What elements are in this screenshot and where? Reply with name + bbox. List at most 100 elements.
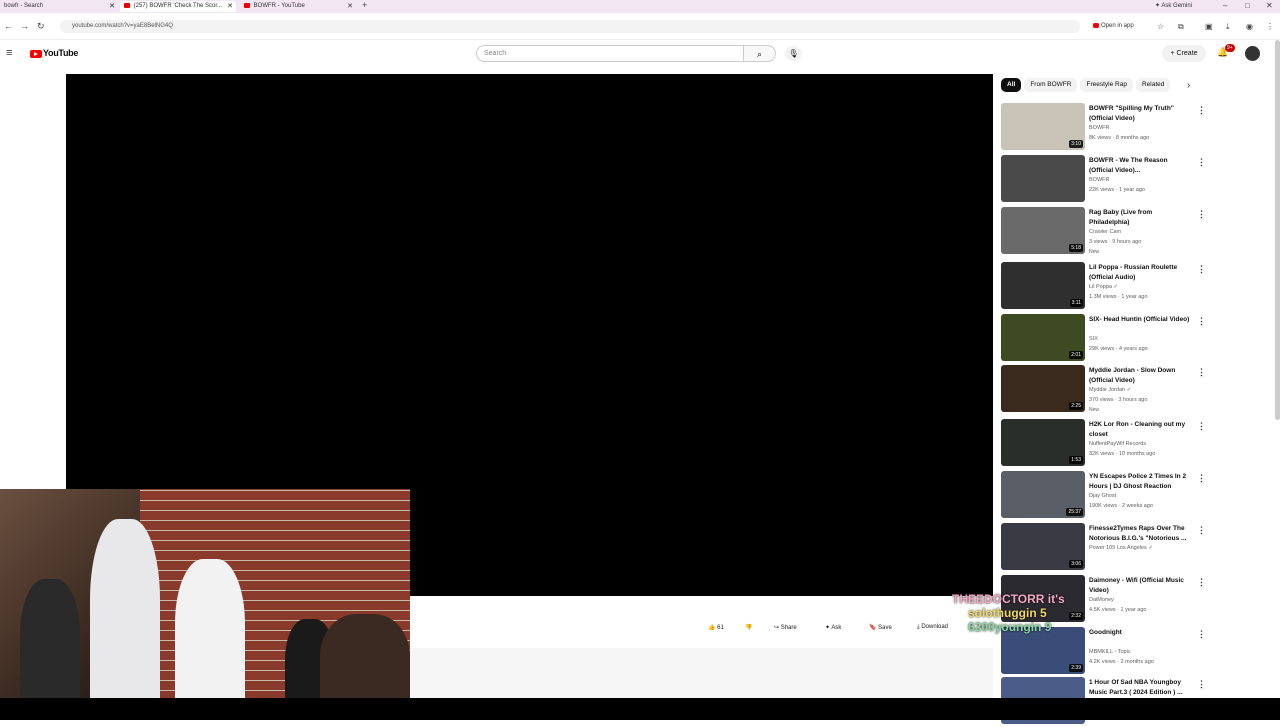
- new-tab-icon[interactable]: +: [362, 0, 367, 10]
- more-options-icon[interactable]: ⋮: [1197, 577, 1206, 588]
- more-options-icon[interactable]: ⋮: [1197, 629, 1206, 640]
- maximize-icon[interactable]: □: [1245, 1, 1250, 10]
- sidepanel-icon[interactable]: ▣: [1205, 22, 1213, 31]
- video-title[interactable]: BOWFR "Spilling My Truth"(Official Video…: [1089, 104, 1193, 124]
- video-thumbnail[interactable]: 2:25: [1001, 365, 1085, 412]
- more-options-icon[interactable]: ⋮: [1197, 316, 1206, 327]
- video-title[interactable]: Goodnight: [1089, 628, 1193, 638]
- recommendation-item[interactable]: BOWFR - We The Reason (Official Video)..…: [1001, 155, 1211, 205]
- video-thumbnail[interactable]: 5:18: [1001, 207, 1085, 254]
- download-icon[interactable]: ⤓: [1226, 22, 1230, 32]
- dislike-button[interactable]: 👎: [745, 624, 752, 637]
- channel-name[interactable]: MBMKILL - Topic: [1089, 649, 1131, 655]
- video-thumbnail[interactable]: 2:01: [1001, 314, 1085, 361]
- recommendation-item[interactable]: 2:39 Goodnight MBMKILL - Topic 4.2K views ·…: [1001, 627, 1211, 677]
- browser-tab-channel[interactable]: BOWFR - YouTube ✕: [240, 1, 356, 12]
- video-thumbnail[interactable]: 2:39: [1001, 627, 1085, 674]
- video-thumbnail[interactable]: 3:11: [1001, 262, 1085, 309]
- more-options-icon[interactable]: ⋮: [1197, 679, 1206, 690]
- close-window-icon[interactable]: ✕: [1266, 1, 1273, 10]
- video-thumbnail[interactable]: 1:53: [1001, 419, 1085, 466]
- video-title[interactable]: Rag Baby (Live from Philadelphia): [1089, 208, 1193, 228]
- channel-name[interactable]: SIX: [1089, 336, 1098, 342]
- more-options-icon[interactable]: ⋮: [1197, 209, 1206, 220]
- forward-icon[interactable]: →: [20, 21, 29, 31]
- channel-name[interactable]: NuffentPayWif Records: [1089, 441, 1146, 447]
- channel-name[interactable]: DaiMoney: [1089, 597, 1114, 603]
- recommendation-item[interactable]: 1:53 H2K Lor Ron - Cleaning out my closet…: [1001, 419, 1211, 469]
- close-icon[interactable]: ✕: [227, 2, 233, 10]
- search-button[interactable]: ⌕: [744, 45, 776, 62]
- browser-menu-icon[interactable]: ⋮: [1266, 22, 1274, 31]
- like-button[interactable]: 👍 61: [708, 624, 724, 637]
- close-icon[interactable]: ✕: [109, 2, 115, 10]
- video-title[interactable]: BOWFR - We The Reason (Official Video)..…: [1089, 156, 1193, 176]
- ask-button[interactable]: ✦ Ask: [825, 624, 841, 637]
- video-thumbnail[interactable]: 3:10: [1001, 103, 1085, 150]
- more-options-icon[interactable]: ⋮: [1197, 157, 1206, 168]
- reload-icon[interactable]: ↻: [37, 21, 45, 32]
- search-input[interactable]: Search: [476, 45, 744, 62]
- create-button[interactable]: + Create: [1162, 45, 1206, 62]
- recommendation-item[interactable]: 25:37 YN Escapes Police 2 Times In 2 Hour…: [1001, 471, 1211, 521]
- recommendation-item[interactable]: 2:01 SIX- Head Huntin (Official Video) SIX…: [1001, 314, 1211, 364]
- star-icon[interactable]: ☆: [1157, 22, 1164, 31]
- more-options-icon[interactable]: ⋮: [1197, 367, 1206, 378]
- video-title[interactable]: SIX- Head Huntin (Official Video): [1089, 315, 1193, 325]
- avatar[interactable]: [1245, 46, 1260, 61]
- more-options-icon[interactable]: ⋮: [1197, 105, 1206, 116]
- channel-name[interactable]: BOWFR: [1089, 125, 1109, 131]
- description-area[interactable]: [410, 648, 993, 698]
- back-icon[interactable]: ←: [4, 21, 13, 31]
- video-title[interactable]: 1 Hour Of Sad NBA Youngboy Music Part.3 …: [1089, 678, 1193, 698]
- video-title[interactable]: H2K Lor Ron - Cleaning out my closet: [1089, 420, 1193, 440]
- video-title[interactable]: Daimoney - Wifi (Official Music Video): [1089, 576, 1193, 596]
- hamburger-menu-icon[interactable]: ≡: [6, 47, 12, 59]
- more-options-icon[interactable]: ⋮: [1197, 473, 1206, 484]
- channel-name[interactable]: Djay Ghost: [1089, 493, 1116, 499]
- browser-tab-video[interactable]: (257) BOWFR 'Check The Scor... ✕: [120, 1, 236, 12]
- more-options-icon[interactable]: ⋮: [1197, 421, 1206, 432]
- extensions-icon[interactable]: ⧉: [1178, 22, 1184, 32]
- share-button[interactable]: ↪ Share: [774, 624, 797, 637]
- video-title[interactable]: YN Escapes Police 2 Times In 2 Hours | D…: [1089, 472, 1193, 492]
- chip-related[interactable]: Related: [1135, 78, 1171, 92]
- browser-tab-search[interactable]: bowfr - Search ✕: [0, 1, 118, 12]
- voice-search-button[interactable]: 🎙: [785, 46, 802, 61]
- download-button[interactable]: ⤓ Download: [917, 624, 948, 637]
- chevron-right-icon[interactable]: ›: [1187, 80, 1190, 91]
- recommendation-item[interactable]: 3:11 Lil Poppa - Russian Roulette (Offici…: [1001, 262, 1211, 312]
- channel-name[interactable]: Power 105 Los Angeles ✓: [1089, 545, 1153, 551]
- close-icon[interactable]: ✕: [347, 2, 353, 10]
- recommendation-item[interactable]: 5:18 Rag Baby (Live from Philadelphia) Cra…: [1001, 207, 1211, 257]
- video-title[interactable]: Lil Poppa - Russian Roulette (Official A…: [1089, 263, 1193, 283]
- chip-freestyle-rap[interactable]: Freestyle Rap: [1080, 78, 1133, 92]
- browser-tab-bar: bowfr - Search ✕ (257) BOWFR 'Check The …: [0, 0, 1280, 13]
- channel-name[interactable]: Crawler Cam: [1089, 229, 1121, 235]
- video-meta: 4.2K views · 2 months ago: [1089, 659, 1154, 665]
- video-thumbnail[interactable]: [1001, 155, 1085, 202]
- chip-from-bowfr[interactable]: From BOWFR: [1024, 78, 1078, 92]
- page-scrollbar[interactable]: [1275, 40, 1280, 420]
- channel-name[interactable]: BOWFR: [1089, 177, 1109, 183]
- chip-all[interactable]: All: [1001, 78, 1022, 92]
- recommendation-item[interactable]: 3:10 BOWFR "Spilling My Truth"(Official V…: [1001, 103, 1211, 153]
- video-title[interactable]: Finesse2Tymes Raps Over The Notorious B.…: [1089, 524, 1193, 544]
- video-thumbnail[interactable]: 25:37: [1001, 471, 1085, 518]
- video-title[interactable]: Myddie Jordan - Slow Down (Official Vide…: [1089, 366, 1193, 386]
- open-in-app-button[interactable]: Open in app: [1093, 23, 1134, 29]
- youtube-logo[interactable]: YouTube: [30, 48, 78, 58]
- video-thumbnail[interactable]: 3:06: [1001, 523, 1085, 570]
- more-options-icon[interactable]: ⋮: [1197, 525, 1206, 536]
- channel-name[interactable]: Lil Poppa ✓: [1089, 284, 1118, 290]
- save-button[interactable]: 🔖 Save: [869, 624, 892, 637]
- profile-icon[interactable]: ◉: [1246, 22, 1253, 31]
- more-options-icon[interactable]: ⋮: [1197, 264, 1206, 275]
- url-field[interactable]: youtube.com/watch?v=yaE8BelNG4Q: [60, 20, 1080, 33]
- minimize-icon[interactable]: –: [1223, 1, 1227, 10]
- duration-badge: 2:01: [1069, 351, 1083, 359]
- channel-name[interactable]: Myddie Jordan ✓: [1089, 387, 1131, 393]
- recommendation-item[interactable]: 3:06 Finesse2Tymes Raps Over The Notoriou…: [1001, 523, 1211, 573]
- recommendation-item[interactable]: 2:25 Myddie Jordan - Slow Down (Official …: [1001, 365, 1211, 415]
- ask-gemini-button[interactable]: ✦ Ask Gemini: [1155, 2, 1192, 9]
